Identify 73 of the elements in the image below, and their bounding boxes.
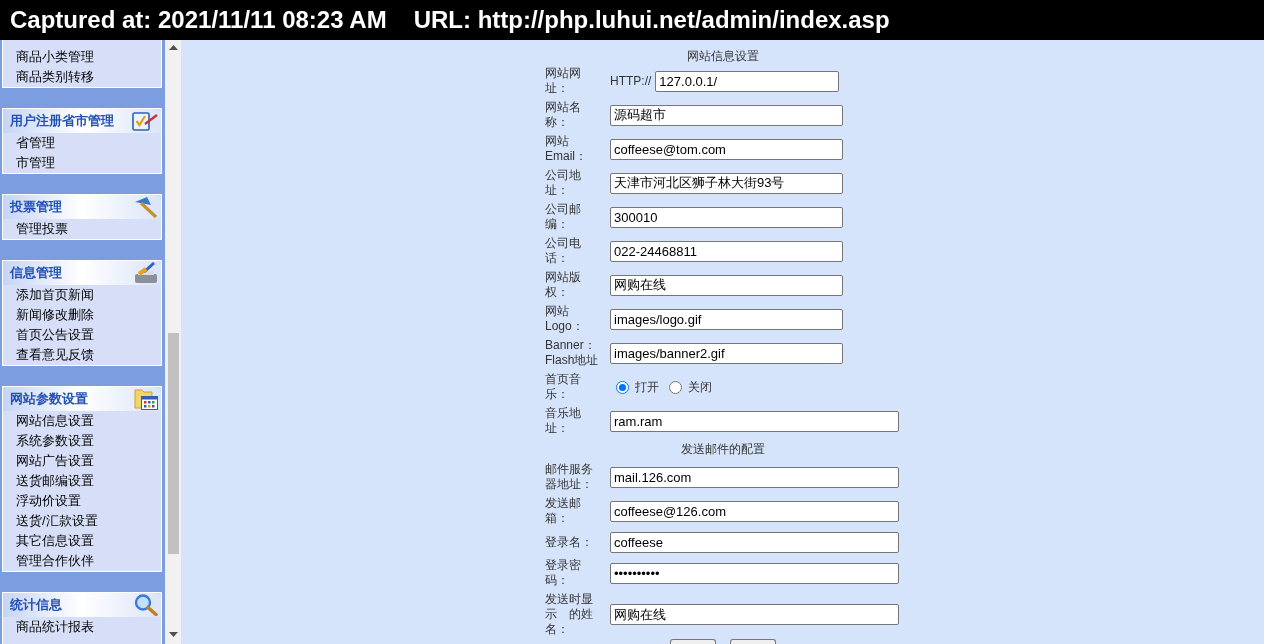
scrollbar-thumb[interactable] <box>167 333 179 554</box>
menu-item[interactable]: 新闻修改删除 <box>16 307 94 323</box>
text-field[interactable]: 127.0.0.1/ <box>655 70 840 92</box>
radio-option[interactable]: 关闭 <box>669 379 712 395</box>
menu-item[interactable]: 网站信息设置 <box>16 413 94 429</box>
menu-item[interactable]: 其它信息设置 <box>16 533 94 549</box>
menu-item[interactable]: 商品统计报表 <box>16 619 94 635</box>
text-field[interactable]: ram.ram <box>610 410 899 432</box>
section-title: 发送邮件的配置 <box>680 441 765 457</box>
notepad-pen-icon <box>132 111 158 131</box>
field-label: 音乐地址： <box>545 406 582 436</box>
menu-item[interactable]: 商品小类管理 <box>16 49 94 65</box>
field-label: 发送时显示 的姓名： <box>545 592 594 637</box>
menu-item[interactable]: 浮动价设置 <box>16 493 81 509</box>
menu-item[interactable]: 省管理 <box>16 135 55 151</box>
field-label: 网站Logo： <box>545 304 585 334</box>
text-field[interactable]: mail.126.com <box>610 466 899 488</box>
menu-item[interactable]: 送货邮编设置 <box>16 473 94 489</box>
menu-item[interactable]: 查看意见反馈 <box>16 347 94 363</box>
field-label: 登录密码： <box>545 558 582 588</box>
field-label: 网站Email： <box>545 134 588 164</box>
menu-item[interactable]: 送货/汇款设置 <box>16 513 98 529</box>
hammer-icon <box>134 196 158 218</box>
text-field[interactable]: coffeese@126.com <box>610 500 899 522</box>
text-field[interactable]: coffeese <box>610 531 899 553</box>
scroll-up-icon[interactable] <box>168 45 178 50</box>
field-label: 网站名称： <box>545 100 582 130</box>
text-field[interactable]: coffeese@tom.com <box>610 138 843 160</box>
printer-icon <box>134 262 158 284</box>
radio-icon[interactable] <box>669 380 682 394</box>
field-label: 公司地址： <box>545 168 582 198</box>
menu-item[interactable]: 系统参数设置 <box>16 433 94 449</box>
field-label: 公司电话： <box>545 236 582 266</box>
radio-option[interactable]: 打开 <box>616 379 659 395</box>
text-field[interactable]: 022-24468811 <box>610 240 843 262</box>
panel-title: 用户注册省市管理 <box>10 113 114 129</box>
menu-item[interactable]: 首页公告设置 <box>16 327 94 343</box>
form-button[interactable] <box>669 639 716 644</box>
capture-url: URL: http://php.luhui.net/admin/index.asp <box>413 6 890 34</box>
field-label: 首页音乐： <box>545 372 582 402</box>
field-label: 登录名： <box>545 534 593 550</box>
menu-item[interactable]: 市管理 <box>16 155 55 171</box>
text-field[interactable]: 天津市河北区狮子林大街93号 <box>610 172 843 194</box>
panel-title: 信息管理 <box>10 265 62 281</box>
scrollbar[interactable] <box>165 40 181 644</box>
text-field[interactable]: images/logo.gif <box>610 308 843 330</box>
url-prefix: HTTP:// <box>610 73 652 89</box>
field-label: 网站版权： <box>545 270 582 300</box>
field-label: 发送邮箱： <box>545 496 582 526</box>
menu-item[interactable]: 添加首页新闻 <box>16 287 94 303</box>
field-label: Banner：Flash地址 <box>545 338 600 368</box>
panel-title: 网站参数设置 <box>10 391 88 407</box>
field-label: 网站网址： <box>545 66 582 96</box>
field-label: 公司邮编： <box>545 202 582 232</box>
magnifier-icon <box>134 594 158 616</box>
radio-icon[interactable] <box>616 380 629 394</box>
scroll-down-icon[interactable] <box>168 632 178 637</box>
menu-item[interactable]: 商品类别转移 <box>16 69 94 85</box>
text-field[interactable]: 300010 <box>610 206 843 228</box>
panel-title: 统计信息 <box>10 597 62 613</box>
menu-item[interactable]: 管理投票 <box>16 221 68 237</box>
panel-title: 投票管理 <box>10 199 62 215</box>
form-button[interactable] <box>729 639 776 644</box>
section-title: 网站信息设置 <box>686 48 759 64</box>
capture-time: Captured at: 2021/11/11 08:23 AM <box>10 6 387 34</box>
menu-item[interactable]: 网站广告设置 <box>16 453 94 469</box>
text-field[interactable]: 源码超市 <box>610 104 843 126</box>
password-field[interactable]: •••••••••• <box>610 562 899 584</box>
text-field[interactable]: images/banner2.gif <box>610 342 843 364</box>
menu-item[interactable]: 管理合作伙伴 <box>16 553 94 569</box>
text-field[interactable]: 网购在线 <box>610 604 899 625</box>
text-field[interactable]: 网购在线 <box>610 274 843 296</box>
field-label: 邮件服务器地址： <box>545 462 594 492</box>
